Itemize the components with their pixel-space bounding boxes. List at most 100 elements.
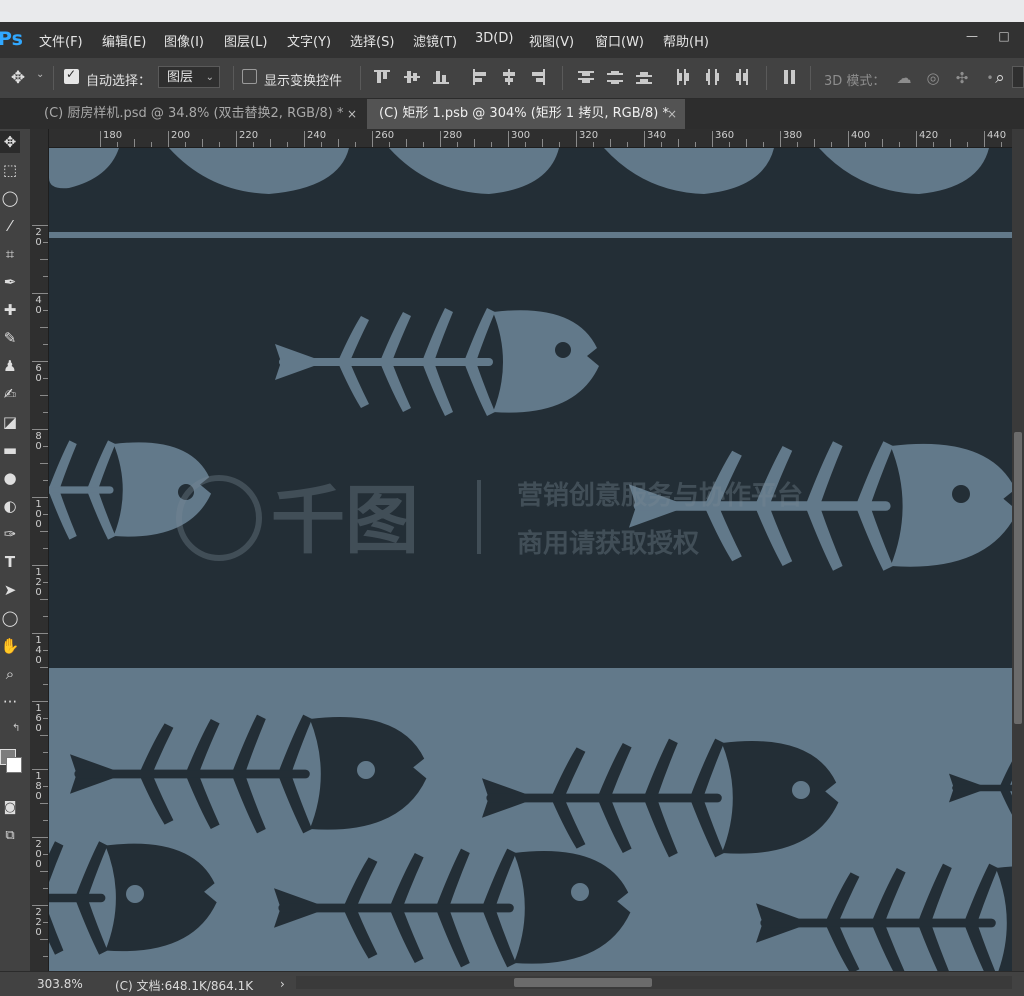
menu-help[interactable]: 帮助(H): [663, 31, 709, 50]
stamp-tool-icon[interactable]: ♟: [0, 355, 20, 377]
ruler-tick: [32, 293, 48, 294]
align-hcenter-icon[interactable]: [501, 69, 517, 85]
menu-type[interactable]: 文字(Y): [287, 31, 331, 50]
ruler-label: 300: [511, 130, 531, 141]
tab-rectangle-psb[interactable]: (C) 矩形 1.psb @ 304% (矩形 1 拷贝, RGB/8) * ×: [367, 99, 685, 129]
status-menu-arrow[interactable]: ›: [280, 977, 285, 991]
path-select-tool-icon[interactable]: ➤: [0, 579, 20, 601]
eyedropper-tool-icon[interactable]: ✒: [0, 271, 20, 293]
pan-3d-icon[interactable]: ✣: [952, 67, 972, 89]
horizontal-ruler[interactable]: 180 200 220 240 260 280 300 320 340 360 380 400 420 4…: [48, 129, 1012, 148]
menu-view[interactable]: 视图(V): [529, 31, 574, 50]
auto-select-checkbox[interactable]: [64, 67, 79, 84]
ruler-tick: [40, 599, 48, 600]
ruler-tick: [32, 769, 48, 770]
ruler-tick: [43, 344, 48, 345]
minimize-button[interactable]: —: [958, 28, 986, 44]
move-icon[interactable]: ✥: [8, 67, 28, 89]
auto-align-icon[interactable]: [782, 69, 798, 85]
menu-image[interactable]: 图像(I): [164, 31, 204, 50]
zoom-level[interactable]: 303.8%: [37, 977, 83, 991]
menu-filter[interactable]: 滤镜(T): [413, 31, 457, 50]
search-icon[interactable]: ⌕: [990, 67, 1010, 89]
align-vcenter-icon[interactable]: [404, 69, 420, 85]
healing-brush-tool-icon[interactable]: ✚: [0, 299, 20, 321]
menu-3d[interactable]: 3D(D): [475, 31, 513, 46]
roll-3d-icon[interactable]: ◎: [923, 67, 943, 89]
crop-tool-icon[interactable]: ⌗: [0, 243, 20, 265]
ruler-tick: [43, 582, 48, 583]
hand-tool-icon[interactable]: ✋: [0, 635, 20, 657]
align-bottom-icon[interactable]: [433, 69, 449, 85]
document-canvas[interactable]: 千图 营销创意服务与协作平台 商用请获取授权: [49, 148, 1012, 971]
distribute-top-icon[interactable]: [578, 69, 594, 85]
marquee-tool-icon[interactable]: ⬚: [0, 159, 20, 181]
swap-colors-icon[interactable]: ↰: [12, 723, 20, 734]
ruler-tick: [457, 142, 458, 147]
dodge-tool-icon[interactable]: ◐: [0, 495, 20, 517]
magic-wand-tool-icon[interactable]: ⁄: [0, 215, 20, 237]
ruler-tick: [219, 142, 220, 147]
close-icon[interactable]: ×: [667, 99, 677, 129]
horizontal-scroll-thumb[interactable]: [514, 978, 652, 987]
align-right-icon[interactable]: [530, 69, 546, 85]
tab-kitchen-mockup[interactable]: (C) 厨房样机.psd @ 34.8% (双击替换2, RGB/8) * ×: [32, 99, 365, 129]
ruler-tick: [423, 142, 424, 147]
orbit-3d-icon[interactable]: ☁: [894, 67, 914, 89]
ruler-tick: [40, 667, 48, 668]
quick-mask-icon[interactable]: ◙: [0, 797, 20, 819]
align-left-icon[interactable]: [472, 69, 488, 85]
show-transform-checkbox[interactable]: [242, 69, 257, 84]
ruler-tick: [40, 531, 48, 532]
distribute-right-icon[interactable]: [733, 69, 749, 85]
ruler-label: 360: [715, 130, 735, 141]
history-brush-tool-icon[interactable]: ✍: [0, 383, 20, 405]
tab-label: (C) 矩形 1.psb @ 304% (矩形 1 拷贝, RGB/8) *: [379, 106, 669, 121]
menu-edit[interactable]: 编辑(E): [102, 31, 146, 50]
ruler-label: 180: [103, 130, 123, 141]
chevron-down-icon[interactable]: ⌄: [36, 69, 44, 80]
ruler-tick: [43, 854, 48, 855]
workspace-select[interactable]: [1012, 66, 1024, 88]
eraser-tool-icon[interactable]: ◪: [0, 411, 20, 433]
close-icon[interactable]: ×: [347, 99, 357, 129]
pen-tool-icon[interactable]: ✑: [0, 523, 20, 545]
ruler-tick: [559, 142, 560, 147]
align-top-icon[interactable]: [374, 69, 390, 85]
screen-mode-icon[interactable]: ⧉: [0, 825, 20, 847]
horizontal-scrollbar[interactable]: [296, 976, 1012, 989]
auto-select-label: 自动选择：: [86, 74, 152, 89]
more-tools-icon[interactable]: ···: [0, 691, 20, 713]
ellipse-tool-icon[interactable]: ◯: [0, 607, 20, 629]
ruler-tick: [32, 225, 48, 226]
lasso-tool-icon[interactable]: ◯: [0, 187, 20, 209]
distribute-hcenter-icon[interactable]: [704, 69, 720, 85]
menu-file[interactable]: 文件(F): [39, 31, 83, 50]
vertical-scrollbar[interactable]: [1012, 129, 1024, 971]
ruler-tick: [43, 956, 48, 957]
background-color-swatch[interactable]: [6, 757, 22, 773]
ruler-tick: [474, 139, 475, 147]
ruler-tick: [32, 429, 48, 430]
blur-tool-icon[interactable]: ●: [0, 467, 20, 489]
gradient-tool-icon[interactable]: ▬: [0, 439, 20, 461]
options-bar: ✥ ⌄ 自动选择： 图层 ⌄ 显示变换控件 3D 模式： ☁ ◎ ✣: [0, 58, 1024, 99]
menu-window[interactable]: 窗口(W): [595, 31, 644, 50]
divider: [233, 66, 234, 90]
vertical-scroll-thumb[interactable]: [1014, 432, 1022, 724]
ruler-tick: [40, 259, 48, 260]
menu-select[interactable]: 选择(S): [350, 31, 394, 50]
distribute-vcenter-icon[interactable]: [607, 69, 623, 85]
vertical-ruler[interactable]: 20 40 60 80 100 120 140 160 180 200 220: [30, 129, 49, 971]
ruler-tick: [797, 142, 798, 147]
move-tool-icon[interactable]: ✥: [0, 131, 20, 153]
maximize-button[interactable]: □: [990, 28, 1018, 44]
brush-tool-icon[interactable]: ✎: [0, 327, 20, 349]
menu-layer[interactable]: 图层(L): [224, 31, 267, 50]
distribute-bottom-icon[interactable]: [636, 69, 652, 85]
zoom-tool-icon[interactable]: ⌕: [0, 663, 20, 685]
distribute-left-icon[interactable]: [675, 69, 691, 85]
layer-select[interactable]: 图层 ⌄: [158, 66, 220, 88]
ruler-tick: [43, 310, 48, 311]
type-tool-icon[interactable]: T: [0, 551, 20, 573]
